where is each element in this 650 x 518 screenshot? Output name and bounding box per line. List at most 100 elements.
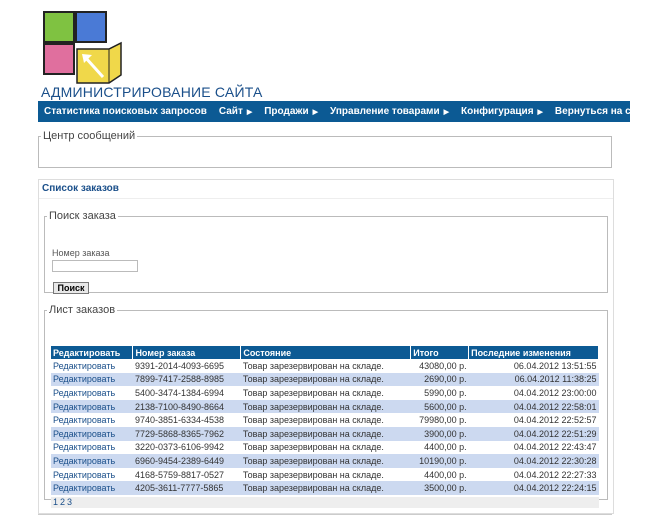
order-number: 2138-7100-8490-8664 <box>132 399 241 414</box>
order-status: Товар зарезервирован на складе. <box>240 413 411 427</box>
order-total: 4400,00 р. <box>410 440 469 455</box>
order-last-modified: 04.04.2012 22:58:01 <box>468 399 599 414</box>
order-number: 9740-3851-6334-4538 <box>132 413 241 427</box>
nav-item-1[interactable]: Сайт ▶ <box>213 106 258 117</box>
order-status: Товар зарезервирован на складе. <box>240 372 411 387</box>
order-number: 4168-5759-8817-0527 <box>132 467 241 482</box>
order-total: 79980,00 р. <box>410 413 469 427</box>
orders-list-box: Лист заказов Редактировать Номер заказа Со… <box>44 304 608 508</box>
nav-item-3[interactable]: Управление товарами ▶ <box>324 106 455 117</box>
nav-item-label: Конфигурация <box>460 106 534 117</box>
order-status: Товар зарезервирован на складе. <box>240 481 411 495</box>
orders-table: Редактировать Номер заказа Состояние Итого П… <box>51 346 599 495</box>
order-status: Товар зарезервирован на складе. <box>240 454 411 468</box>
site-logo <box>43 11 127 85</box>
pagination: 123 <box>51 497 599 508</box>
order-last-modified: 06.04.2012 13:51:55 <box>468 359 599 373</box>
page-link-3[interactable]: 3 <box>67 497 72 507</box>
page-link-2[interactable]: 2 <box>60 497 65 507</box>
order-status: Товар зарезервирован на складе. <box>240 426 411 441</box>
edit-order-link[interactable]: Редактировать <box>51 467 133 482</box>
orders-panel: Список заказов Поиск заказа Номер заказа… <box>38 179 614 514</box>
order-last-modified: 04.04.2012 23:00:00 <box>468 386 599 400</box>
edit-order-link[interactable]: Редактировать <box>51 399 133 414</box>
order-number: 5400-3474-1384-6994 <box>132 386 241 400</box>
logo-square-pink <box>43 43 75 75</box>
submenu-arrow-icon: ▶ <box>312 109 319 116</box>
order-number: 4205-3611-7777-5865 <box>132 481 241 495</box>
order-last-modified: 04.04.2012 22:43:47 <box>468 440 599 455</box>
order-total: 3500,00 р. <box>410 481 469 495</box>
column-header: Редактировать <box>51 346 134 359</box>
column-header: Последние изменения <box>468 346 599 359</box>
edit-order-link[interactable]: Редактировать <box>51 359 133 373</box>
nav-item-label: Сайт <box>218 106 243 117</box>
edit-order-link[interactable]: Редактировать <box>51 426 133 441</box>
order-number-label: Номер заказа <box>52 248 110 258</box>
order-last-modified: 04.04.2012 22:51:29 <box>468 426 599 441</box>
order-search-legend: Поиск заказа <box>49 210 116 222</box>
order-last-modified: 04.04.2012 22:27:33 <box>468 467 599 482</box>
order-total: 3900,00 р. <box>410 426 469 441</box>
table-row: Редактировать 2138-7100-8490-8664 Товар за… <box>51 399 599 414</box>
order-last-modified: 04.04.2012 22:52:57 <box>468 413 599 427</box>
edit-order-link[interactable]: Редактировать <box>51 440 133 455</box>
order-total: 2690,00 р. <box>410 372 469 387</box>
order-total: 4400,00 р. <box>410 467 469 482</box>
column-header: Номер заказа <box>132 346 242 359</box>
order-last-modified: 04.04.2012 22:24:15 <box>468 481 599 495</box>
nav-item-label: Продажи <box>264 106 309 117</box>
order-search-box: Поиск заказа Номер заказа Поиск <box>44 210 608 294</box>
order-status: Товар зарезервирован на складе. <box>240 386 411 400</box>
submenu-arrow-icon: ▶ <box>537 109 543 116</box>
table-row: Редактировать 7729-5868-8365-7962 Товар за… <box>51 426 599 441</box>
order-status: Товар зарезервирован на складе. <box>240 467 411 482</box>
order-number: 9391-2014-4093-6695 <box>132 359 241 373</box>
orders-panel-title: Список заказов <box>42 183 119 194</box>
logo-square-green <box>43 11 75 43</box>
order-last-modified: 04.04.2012 22:30:28 <box>468 454 599 468</box>
nav-item-label: Вернуться на сайт <box>554 106 648 117</box>
table-row: Редактировать 4205-3611-7777-5865 Товар за… <box>51 481 599 495</box>
order-number-input[interactable] <box>52 260 138 272</box>
site-title: АДМИНИСТРИРОВАНИЕ САЙТА <box>41 84 263 100</box>
orders-list-legend: Лист заказов <box>49 304 116 316</box>
edit-order-link[interactable]: Редактировать <box>51 413 133 427</box>
page-link-1[interactable]: 1 <box>53 497 58 507</box>
table-row: Редактировать 4168-5759-8817-0527 Товар за… <box>51 467 599 482</box>
order-total: 5600,00 р. <box>410 399 469 414</box>
main-nav-bar: Статистика поисковых запросов Сайт ▶ Продаж… <box>38 101 647 122</box>
order-status: Товар зарезервирован на складе. <box>240 440 411 455</box>
nav-item-5[interactable]: Вернуться на сайт <box>549 106 650 117</box>
table-row: Редактировать 3220-0373-6106-9942 Товар за… <box>51 440 599 455</box>
nav-item-label: Управление товарами <box>330 106 440 117</box>
order-last-modified: 06.04.2012 11:38:25 <box>468 372 599 387</box>
edit-order-link[interactable]: Редактировать <box>51 454 133 468</box>
message-center-legend: Центр сообщений <box>43 130 136 142</box>
nav-item-4[interactable]: Конфигурация ▶ <box>455 106 549 117</box>
submenu-arrow-icon: ▶ <box>443 109 449 116</box>
table-row: Редактировать 7899-7417-2588-8985 Товар за… <box>51 372 599 387</box>
nav-item-0[interactable]: Статистика поисковых запросов <box>38 106 213 117</box>
search-button[interactable]: Поиск <box>53 282 89 294</box>
order-number: 6960-9454-2389-6449 <box>132 454 241 468</box>
order-total: 10190,00 р. <box>410 454 469 468</box>
table-row: Редактировать 9391-2014-4093-6695 Товар за… <box>51 359 599 373</box>
edit-order-link[interactable]: Редактировать <box>51 386 133 400</box>
submenu-arrow-icon: ▶ <box>246 109 253 116</box>
order-total: 5990,00 р. <box>410 386 469 400</box>
panel-divider <box>39 198 613 199</box>
footer-divider <box>38 514 612 515</box>
edit-order-link[interactable]: Редактировать <box>51 481 133 495</box>
table-row: Редактировать 5400-3474-1384-6994 Товар за… <box>51 386 599 400</box>
column-header: Состояние <box>240 346 412 359</box>
table-row: Редактировать 6960-9454-2389-6449 Товар за… <box>51 454 599 468</box>
logo-square-blue <box>75 11 107 43</box>
logo-arrow-box-icon <box>76 41 122 84</box>
order-status: Товар зарезервирован на складе. <box>240 359 411 373</box>
edit-order-link[interactable]: Редактировать <box>51 372 133 387</box>
nav-item-2[interactable]: Продажи ▶ <box>258 106 324 117</box>
orders-table-header: Редактировать Номер заказа Состояние Итого П… <box>51 346 599 359</box>
order-total: 43080,00 р. <box>410 359 469 373</box>
order-number: 3220-0373-6106-9942 <box>132 440 241 455</box>
